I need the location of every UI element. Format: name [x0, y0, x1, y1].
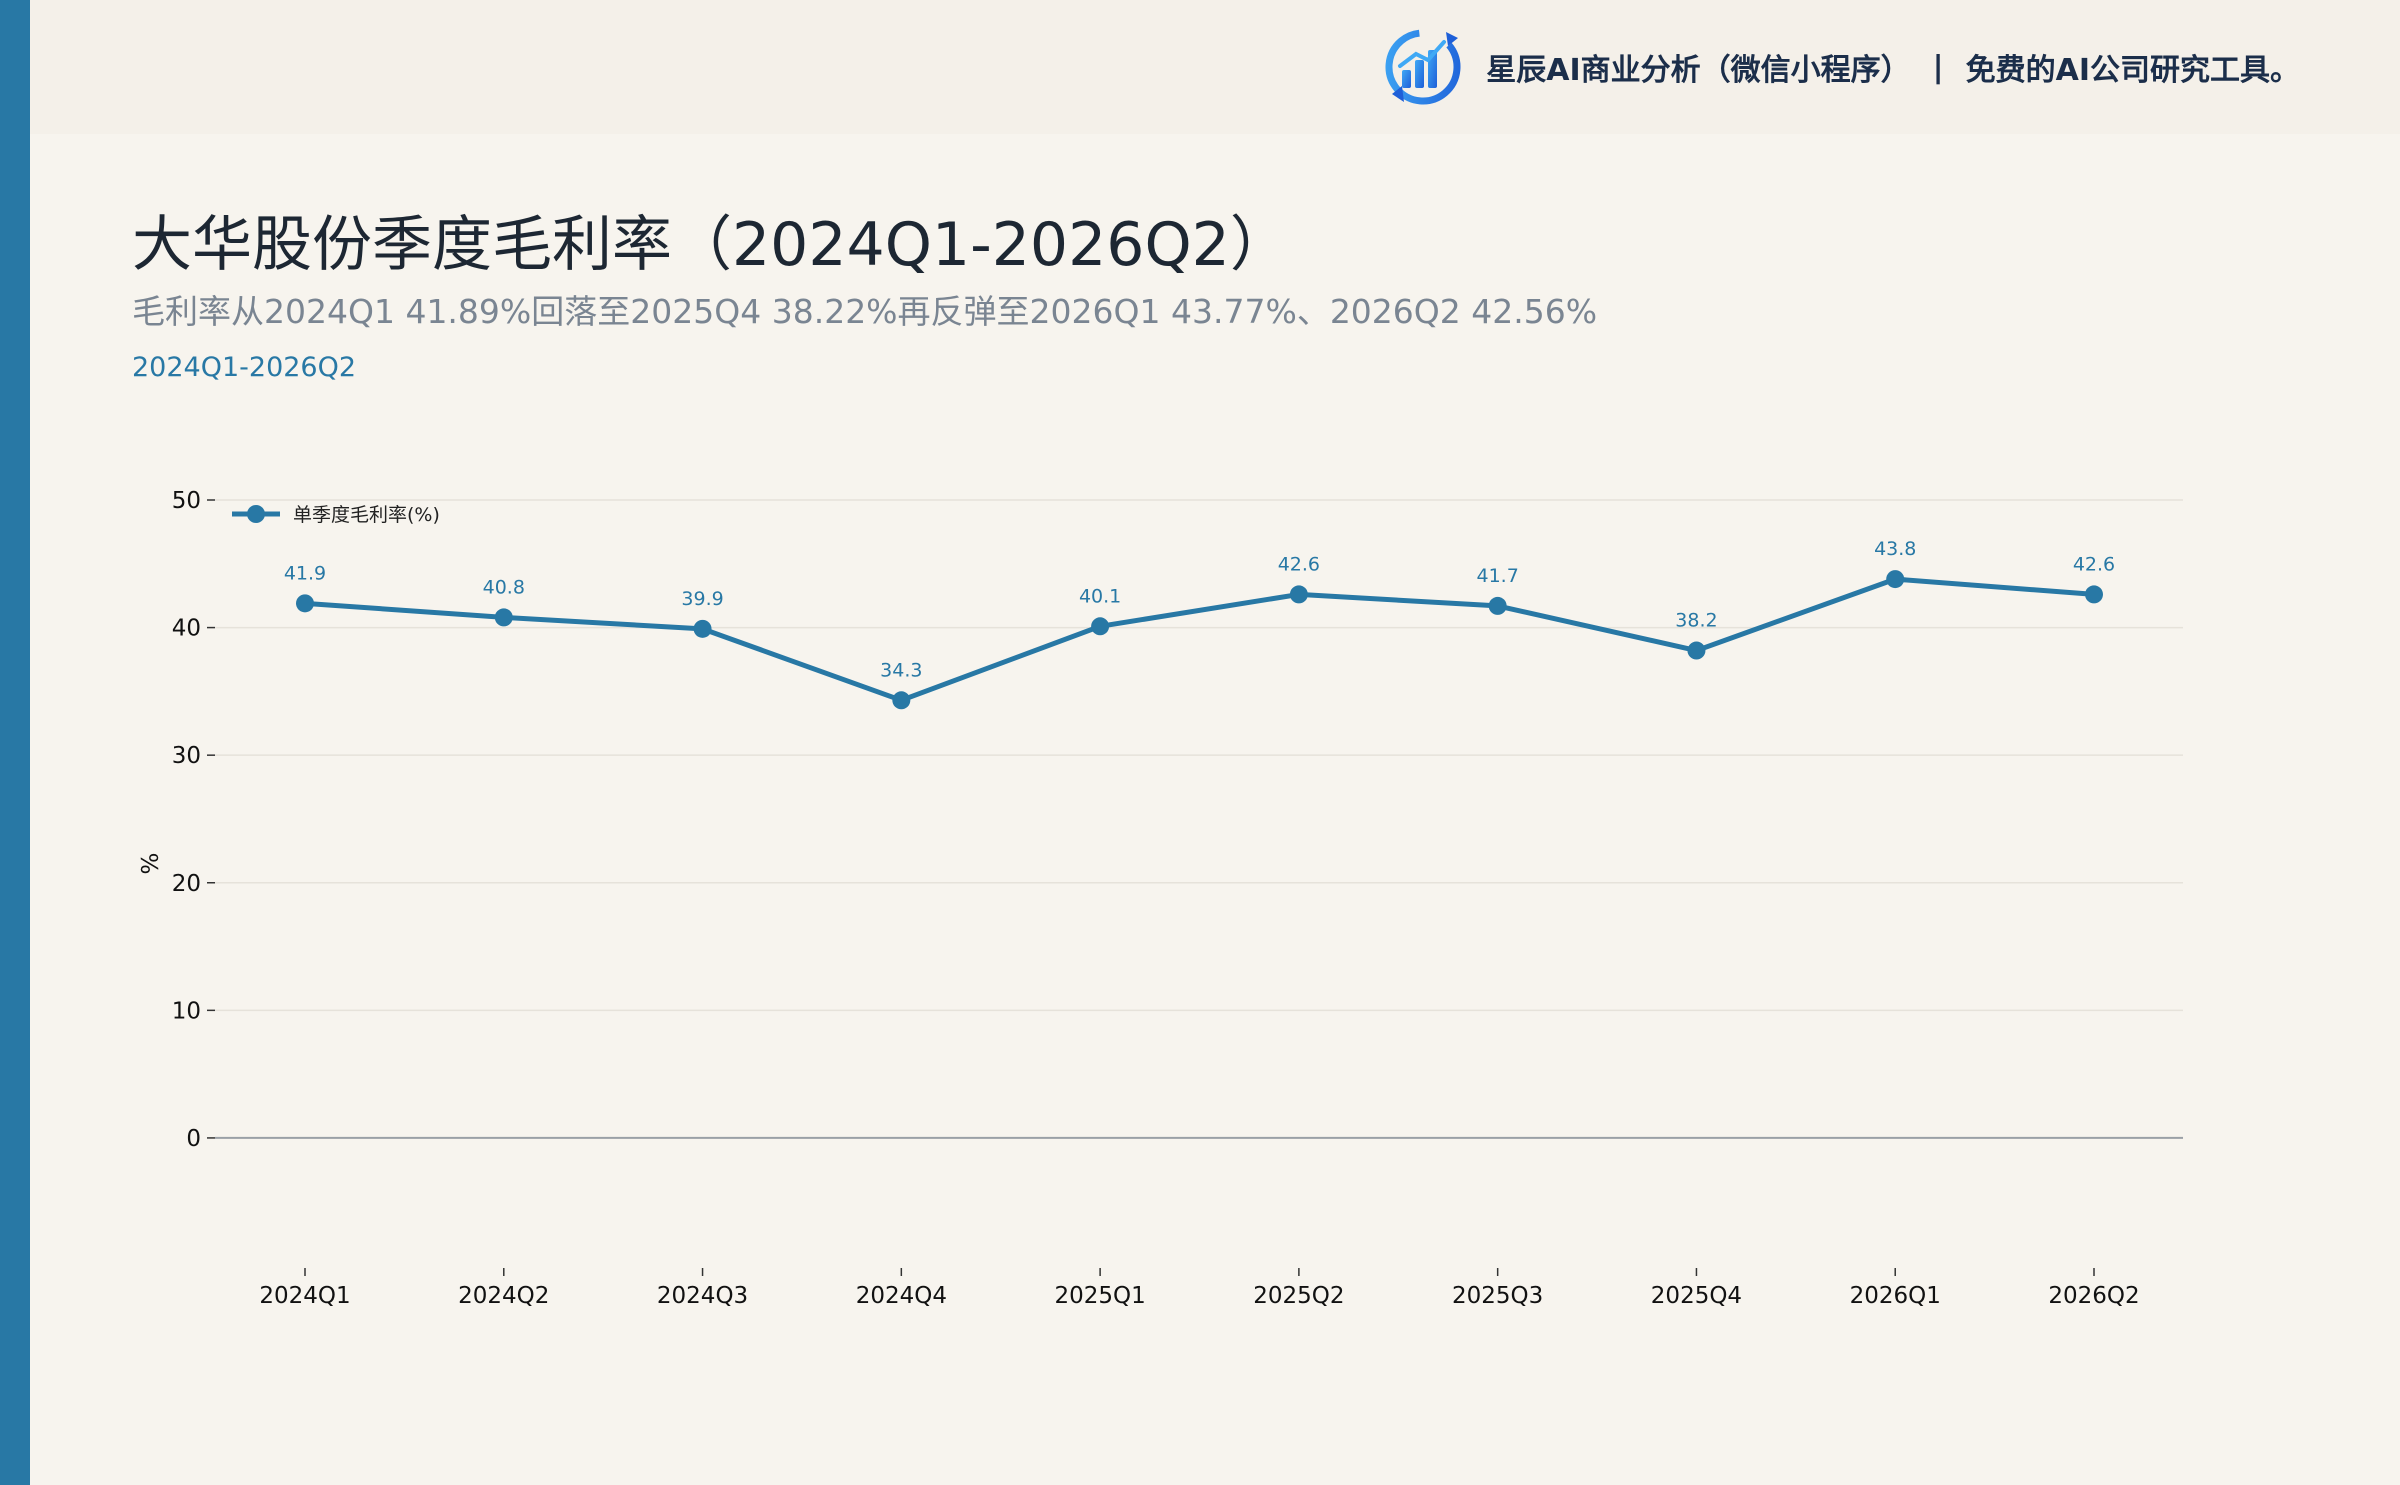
y-tick-label: 10	[172, 998, 201, 1024]
data-point	[1488, 596, 1507, 615]
x-tick-label: 2026Q1	[1850, 1283, 1941, 1309]
y-axis-label: %	[138, 853, 164, 875]
y-tick-label: 0	[186, 1126, 201, 1152]
data-point	[296, 594, 314, 613]
legend-label: 单季度毛利率(%)	[293, 504, 440, 526]
data-label: 34.3	[880, 659, 922, 681]
x-tick-label: 2024Q2	[458, 1283, 549, 1309]
data-point	[1091, 617, 1110, 636]
data-point	[2085, 585, 2103, 604]
y-tick-label: 40	[172, 616, 201, 642]
y-tick-label: 20	[172, 871, 201, 897]
x-tick-label: 2025Q4	[1651, 1283, 1742, 1309]
data-label: 40.1	[1079, 585, 1121, 607]
data-point	[1289, 585, 1308, 604]
data-point	[693, 619, 712, 638]
data-point	[494, 608, 513, 627]
x-tick-label: 2025Q2	[1253, 1283, 1344, 1309]
x-tick-label: 2026Q2	[2048, 1283, 2139, 1309]
x-tick-label: 2024Q1	[259, 1283, 350, 1309]
data-label: 43.8	[1874, 538, 1916, 560]
data-label: 38.2	[1675, 610, 1717, 632]
x-tick-label: 2024Q3	[657, 1283, 748, 1309]
legend-marker	[247, 505, 265, 523]
line-chart: 0 10 20 30 40 50% 2024Q1 2024Q2 2024Q3 2024Q4 2025…	[138, 488, 2183, 1309]
data-label: 42.6	[2073, 553, 2115, 575]
data-label: 41.7	[1477, 565, 1519, 587]
data-point	[892, 691, 911, 710]
data-label: 39.9	[681, 588, 723, 610]
data-label: 42.6	[1278, 553, 1320, 575]
data-label: 40.8	[483, 576, 525, 598]
x-tick-label: 2025Q3	[1452, 1283, 1543, 1309]
y-tick-label: 30	[172, 743, 201, 769]
series-line	[302, 576, 2097, 703]
x-tick-label: 2025Q1	[1054, 1283, 1145, 1309]
data-point	[1687, 641, 1706, 660]
x-tick-label: 2024Q4	[856, 1283, 947, 1309]
data-point	[1886, 570, 1905, 589]
data-label: 41.9	[284, 562, 326, 584]
y-tick-label: 50	[172, 488, 201, 514]
